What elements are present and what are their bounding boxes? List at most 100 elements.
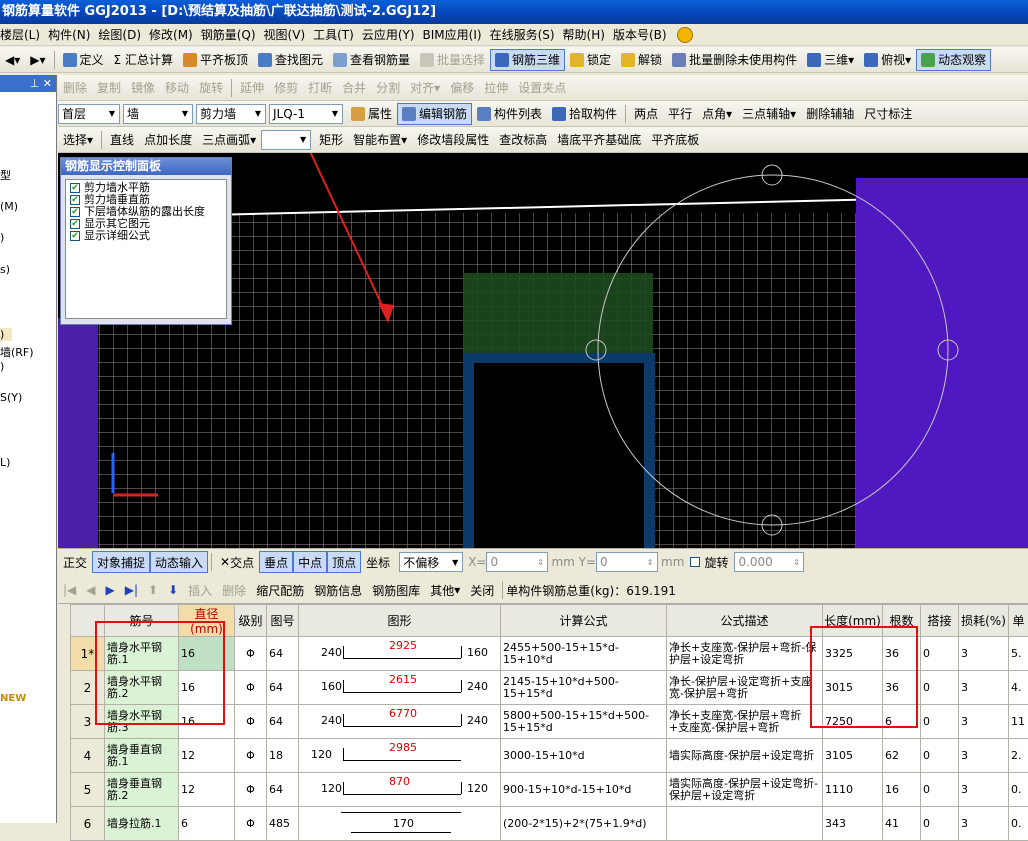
set-grip-button[interactable]: 设置夹点 [513,77,571,99]
formula-cell[interactable]: 5800+500-15+15*d+500-15+15*d [501,705,667,739]
rebar-info-button[interactable]: 钢筋信息 [309,579,367,601]
col-formula-desc[interactable]: 公式描述 [667,605,823,637]
insert-row-button[interactable]: 插入 [183,579,217,601]
shape-cell[interactable]: 1202985 [299,739,501,773]
grade-cell[interactable]: Φ [235,739,267,773]
checkbox-icon[interactable]: ✔ [70,183,80,193]
perpendicular-snap-button[interactable]: 垂点 [259,551,293,573]
batch-select-button[interactable]: 批量选择 [415,49,490,71]
parallel-button[interactable]: 平行 [663,103,697,125]
element-list-button[interactable]: 构件列表 [472,103,547,125]
checkbox-icon[interactable]: ✔ [70,231,80,241]
helmet-icon[interactable] [677,27,693,43]
rotate-input[interactable]: 0.000⇕ [734,552,804,572]
unit-weight-cell[interactable]: 2. [1009,739,1028,773]
formula-cell[interactable]: (200-2*15)+2*(75+1.9*d) [501,807,667,841]
align-slab-top-button[interactable]: 平齐板顶 [178,49,253,71]
col-lap[interactable]: 搭接 [921,605,959,637]
shape-cell[interactable]: 170 [299,807,501,841]
formula-desc-cell[interactable]: 净长-保护层+设定弯折+支座宽-保护层+弯折 [667,671,823,705]
stretch-button[interactable]: 拉伸 [479,77,513,99]
redo-button[interactable]: ▶▾ [25,49,50,71]
length-cell[interactable]: 1110 [823,773,883,807]
top-view-button[interactable]: 俯视 ▾ [859,49,916,71]
grade-cell[interactable]: Φ [235,773,267,807]
table-row[interactable]: 5墙身垂直钢筋.212Φ64120870120900-15+10*d-15+10… [71,773,1028,807]
grade-cell[interactable]: Φ [235,807,267,841]
pick-element-button[interactable]: 拾取构件 [547,103,622,125]
arc-option-select[interactable]: ▼ [261,130,311,150]
close-table-button[interactable]: 关闭 [465,579,499,601]
grade-cell[interactable]: Φ [235,671,267,705]
diameter-cell[interactable]: 12 [179,739,235,773]
checkbox-icon[interactable]: ✔ [70,195,80,205]
nav-item[interactable]: ) [0,360,4,373]
delete-axis-button[interactable]: 删除辅轴 [801,103,859,125]
move-button[interactable]: 移动 [160,77,194,99]
y-input[interactable]: 0⇕ [596,552,658,572]
col-unit-weight[interactable]: 单 [1009,605,1028,637]
copy-button[interactable]: 复制 [92,77,126,99]
midpoint-snap-button[interactable]: 中点 [293,551,327,573]
formula-desc-cell[interactable] [667,807,823,841]
formula-cell[interactable]: 2455+500-15+15*d-15+10*d [501,637,667,671]
define-button[interactable]: 定义 [58,49,109,71]
formula-desc-cell[interactable]: 墙实际高度-保护层+设定弯折 [667,739,823,773]
vertex-snap-button[interactable]: 顶点 [327,551,361,573]
loss-cell[interactable]: 3 [959,773,1009,807]
3d-view-button[interactable]: 三维 ▾ [802,49,859,71]
align-button[interactable]: 对齐 ▾ [405,77,445,99]
formula-desc-cell[interactable]: 净长+支座宽-保护层+弯折-保护层+设定弯折 [667,637,823,671]
lap-cell[interactable]: 0 [921,705,959,739]
modify-wall-segment-button[interactable]: 修改墙段属性 [412,129,494,151]
figure-no-cell[interactable]: 18 [267,739,299,773]
wall-bottom-align-button[interactable]: 墙底平齐基础底 [552,129,646,151]
length-cell[interactable]: 3105 [823,739,883,773]
nav-item[interactable]: s) [0,263,10,276]
menu-bim[interactable]: BIM应用(I) [423,24,490,46]
extend-button[interactable]: 延伸 [235,77,269,99]
col-grade[interactable]: 级别 [235,605,267,637]
formula-cell[interactable]: 3000-15+10*d [501,739,667,773]
menu-rebar[interactable]: 钢筋量(Q) [201,24,264,46]
point-length-button[interactable]: 点加长度 [139,129,197,151]
shape-cell[interactable]: 2402925160 [299,637,501,671]
move-down-button[interactable]: ⬇ [163,579,183,601]
pin-icon[interactable]: ⊥ [30,77,40,90]
unit-weight-cell[interactable]: 0. [1009,807,1028,841]
col-loss[interactable]: 损耗(%) [959,605,1009,637]
undo-button[interactable]: ◀▾ [0,49,25,71]
close-icon[interactable]: ✕ [43,77,52,90]
lap-cell[interactable]: 0 [921,739,959,773]
offset-button[interactable]: 偏移 [445,77,479,99]
bar-name-cell[interactable]: 墙身垂直钢筋.1 [105,739,179,773]
rectangle-button[interactable]: 矩形 [314,129,348,151]
menu-element[interactable]: 构件(N) [48,24,98,46]
checkbox-icon[interactable]: ✔ [70,219,80,229]
count-cell[interactable]: 62 [883,739,921,773]
formula-desc-cell[interactable]: 净长+支座宽-保护层+弯折+支座宽-保护层+弯折 [667,705,823,739]
nav-item[interactable]: 型 [0,167,11,183]
row-number[interactable]: 6 [71,807,105,841]
smart-layout-button[interactable]: 智能布置 ▾ [348,129,412,151]
coordinate-snap-button[interactable]: 坐标 [361,551,395,573]
nav-item[interactable]: L) [0,456,10,469]
menu-online[interactable]: 在线服务(S) [490,24,563,46]
unit-weight-cell[interactable]: 4. [1009,671,1028,705]
shape-cell[interactable]: 120870120 [299,773,501,807]
count-cell[interactable]: 16 [883,773,921,807]
nav-item[interactable]: ) [0,231,4,244]
delete-button[interactable]: 删除 [58,77,92,99]
line-button[interactable]: 直线 [105,129,139,151]
dimension-button[interactable]: 尺寸标注 [859,103,917,125]
row-number[interactable]: 4 [71,739,105,773]
point-angle-button[interactable]: 点角 ▾ [697,103,737,125]
checkbox-icon[interactable]: ✔ [70,207,80,217]
formula-cell[interactable]: 2145-15+10*d+500-15+15*d [501,671,667,705]
prev-record-button[interactable]: ◀ [81,579,100,601]
menu-view[interactable]: 视图(V) [264,24,314,46]
menu-draw[interactable]: 绘图(D) [98,24,149,46]
floor-select[interactable]: 首层▼ [58,104,120,124]
find-element-button[interactable]: 查找图元 [253,49,328,71]
delete-row-button[interactable]: 删除 [217,579,251,601]
